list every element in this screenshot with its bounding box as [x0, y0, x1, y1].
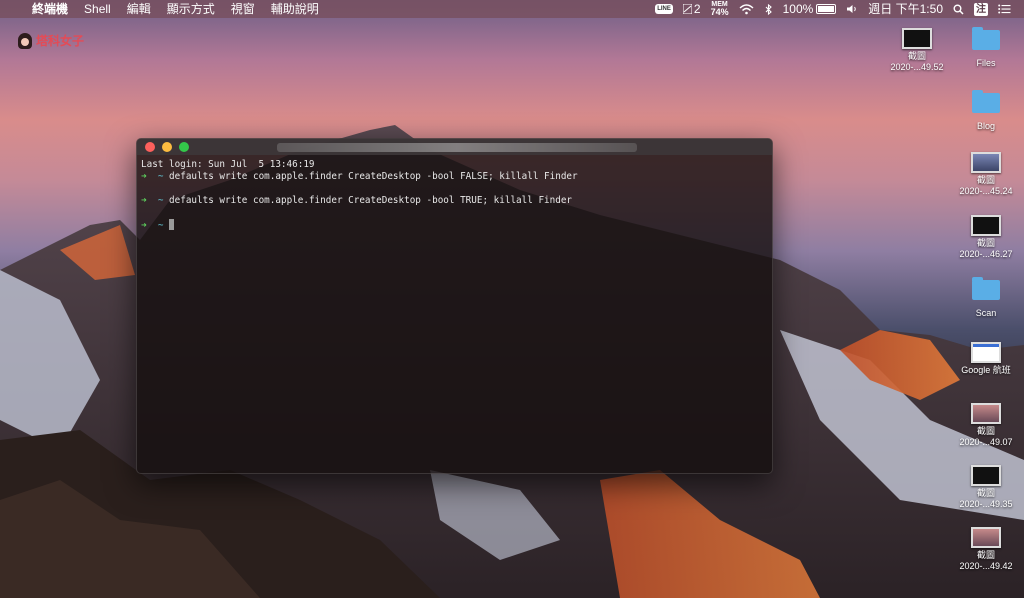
memory-status[interactable]: MEM 74% [706, 1, 734, 17]
desktop-icon-label: Google 航班 [961, 365, 1011, 375]
screenshot-thumbnail-icon [971, 215, 1001, 236]
desktop-icon-sublabel: 2020-...46.27 [959, 249, 1013, 259]
logo-text: 塔科女子 [36, 34, 85, 48]
desktop-icon-screenshot[interactable]: 截圖 2020-...45.24 [951, 152, 1021, 197]
desktop-icon-files-folder[interactable]: Files [951, 27, 1021, 69]
desktop-icon-screenshot[interactable]: 截圖 2020-...49.52 [882, 28, 952, 73]
text-cursor [169, 219, 175, 230]
prompt-directory: ~ [157, 195, 164, 206]
dropbox-icon [682, 4, 692, 14]
menu-help[interactable]: 輔助說明 [263, 0, 327, 18]
redacted-window-title [277, 143, 637, 152]
bluetooth-icon[interactable] [759, 3, 778, 15]
desktop-icon-scan-folder[interactable]: Scan [951, 277, 1021, 319]
zoom-button[interactable] [179, 142, 189, 152]
menu-bar-status: LINE 2 MEM 74% 100% 週日 下午1:50 注 [650, 0, 1024, 18]
folder-icon [972, 277, 1000, 300]
screenshot-thumbnail-icon [971, 403, 1001, 424]
menu-edit[interactable]: 編輯 [119, 0, 159, 18]
input-method-icon[interactable]: 注 [969, 2, 993, 16]
notification-center-icon[interactable] [993, 4, 1016, 14]
prompt-arrow-icon: ➜ [141, 195, 147, 206]
prompt-directory: ~ [157, 171, 164, 182]
site-logo: 塔科女子 [18, 32, 84, 49]
prompt-arrow-icon: ➜ [141, 171, 147, 182]
prompt-directory: ~ [157, 220, 164, 231]
command-text: defaults write com.apple.finder CreateDe… [169, 195, 573, 206]
spotlight-search-icon[interactable] [948, 4, 969, 15]
folder-icon [972, 27, 1000, 50]
folder-icon [972, 90, 1000, 113]
desktop-icon-label: 截圖 [976, 238, 995, 248]
battery-percent: 100% [782, 2, 814, 16]
line-status-icon[interactable]: LINE [650, 4, 678, 14]
desktop-icon-label: 截圖 [976, 488, 995, 498]
menu-view[interactable]: 顯示方式 [159, 0, 223, 18]
menu-shell[interactable]: Shell [76, 0, 119, 18]
desktop-icon-sublabel: 2020-...49.52 [890, 62, 944, 72]
terminal-command-line: ➜ ~ defaults write com.apple.finder Crea… [141, 195, 768, 207]
logo-avatar-icon [18, 32, 32, 49]
desktop-icon-sublabel: 2020-...45.24 [959, 186, 1013, 196]
desktop-icon-sublabel: 2020-...49.07 [959, 437, 1013, 447]
desktop-icon-label: 截圖 [976, 426, 995, 436]
desktop-icon-screenshot[interactable]: 截圖 2020-...49.42 [951, 527, 1021, 572]
battery-status[interactable]: 100% [778, 0, 842, 18]
desktop-icon-sublabel: 2020-...49.42 [959, 561, 1013, 571]
desktop-icon-screenshot[interactable]: 截圖 2020-...46.27 [951, 215, 1021, 260]
terminal-output[interactable]: Last login: Sun Jul 5 13:46:19 ➜ ~ defau… [137, 155, 772, 235]
desktop-icon-label: 截圖 [907, 51, 926, 61]
webpage-thumbnail-icon [971, 342, 1001, 363]
desktop-icon-screenshot[interactable]: 截圖 2020-...49.35 [951, 465, 1021, 510]
volume-icon[interactable] [841, 4, 863, 14]
desktop-icon-google-flights[interactable]: Google 航班 [951, 342, 1021, 376]
desktop-icon-label: Blog [976, 121, 995, 131]
prompt-arrow-icon: ➜ [141, 220, 147, 231]
terminal-window[interactable]: Last login: Sun Jul 5 13:46:19 ➜ ~ defau… [136, 138, 773, 474]
screenshot-thumbnail-icon [902, 28, 932, 49]
desktop-icon-label: Scan [975, 308, 997, 318]
close-button[interactable] [145, 142, 155, 152]
command-text: defaults write com.apple.finder CreateDe… [169, 171, 578, 182]
app-menu[interactable]: 終端機 [24, 0, 76, 18]
menu-bar-left: 終端機 Shell 編輯 顯示方式 視窗 輔助說明 [0, 0, 327, 18]
screenshot-thumbnail-icon [971, 465, 1001, 486]
battery-icon [816, 4, 837, 14]
desktop-icon-screenshot[interactable]: 截圖 2020-...49.07 [951, 403, 1021, 448]
screenshot-thumbnail-icon [971, 152, 1001, 173]
dropbox-status[interactable]: 2 [678, 0, 706, 18]
terminal-titlebar[interactable] [137, 139, 772, 155]
clock[interactable]: 週日 下午1:50 [863, 0, 948, 18]
terminal-command-line: ➜ ~ defaults write com.apple.finder Crea… [141, 171, 768, 183]
menu-bar: 終端機 Shell 編輯 顯示方式 視窗 輔助說明 LINE 2 MEM 74% … [0, 0, 1024, 18]
wifi-icon[interactable] [734, 3, 759, 15]
dropbox-count: 2 [693, 2, 701, 16]
desktop-icon-sublabel: 2020-...49.35 [959, 499, 1013, 509]
menu-window[interactable]: 視窗 [223, 0, 263, 18]
mem-value: 74% [710, 7, 729, 17]
terminal-input-line[interactable]: ➜ ~ [141, 219, 768, 231]
desktop-icon-blog-folder[interactable]: Blog [951, 90, 1021, 132]
desktop-icon-label: 截圖 [976, 175, 995, 185]
minimize-button[interactable] [162, 142, 172, 152]
desktop-icon-label: 截圖 [976, 550, 995, 560]
screenshot-thumbnail-icon [971, 527, 1001, 548]
desktop-icon-label: Files [976, 58, 996, 68]
terminal-last-login: Last login: Sun Jul 5 13:46:19 [141, 159, 315, 170]
